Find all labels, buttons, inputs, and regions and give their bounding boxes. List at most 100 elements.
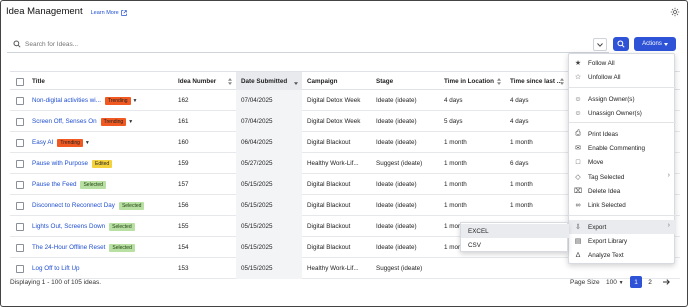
- stage-cell: Ideate (ideate): [376, 244, 417, 251]
- search-options-dropdown[interactable]: [593, 38, 607, 51]
- search-input[interactable]: [25, 40, 585, 48]
- menu-item-follow-all[interactable]: ★ Follow All: [569, 56, 676, 70]
- row-select-cell: [10, 237, 27, 258]
- menu-item-label: Export Library: [588, 237, 628, 245]
- page-2-button[interactable]: 2: [644, 276, 656, 288]
- page-1-button[interactable]: 1: [630, 276, 642, 288]
- menu-item-link-selected[interactable]: ∞ Link Selected: [569, 198, 676, 212]
- row-checkbox[interactable]: [16, 180, 24, 189]
- row-checkbox[interactable]: [16, 96, 24, 105]
- idea-number-cell: 156: [178, 202, 189, 209]
- menu-item-label: Analyze Text: [588, 251, 624, 259]
- idea-title-link[interactable]: Screen Off, Senses On: [32, 118, 97, 125]
- time-since-last-cell: 1 month: [510, 202, 533, 209]
- menu-item-assign-owner-s[interactable]: ☺ Assign Owner(s): [569, 92, 676, 106]
- status-badge: Selected: [80, 180, 106, 189]
- analyze-icon: ∆: [575, 251, 581, 259]
- menu-item-unassign-owner-s[interactable]: ☺ Unassign Owner(s): [569, 106, 676, 120]
- row-checkbox[interactable]: [16, 264, 24, 273]
- caret-down-icon[interactable]: ▼: [133, 98, 138, 104]
- menu-item-enable-commenting[interactable]: ✉ Enable Commenting: [569, 141, 676, 155]
- col-idea-number[interactable]: Idea Number: [173, 72, 236, 91]
- menu-separator: [569, 215, 676, 216]
- row-select-cell: [10, 195, 27, 216]
- stage-cell: Ideate (ideate): [376, 202, 417, 209]
- col-time-in-location[interactable]: Time in Location: [439, 72, 505, 91]
- idea-number-cell: 162: [178, 97, 189, 104]
- col-campaign-label: Campaign: [307, 78, 338, 85]
- campaign-cell: Digital Detox Week: [307, 97, 361, 104]
- caret-down-icon[interactable]: ▼: [128, 119, 133, 125]
- next-page-button[interactable]: [660, 276, 672, 288]
- idea-title-link[interactable]: Lights Out, Screens Down: [32, 223, 105, 230]
- row-checkbox[interactable]: [16, 243, 24, 252]
- idea-title-link[interactable]: The 24-Hour Offline Reset: [32, 244, 105, 251]
- time-in-location-cell: 5 days: [444, 118, 463, 125]
- select-all-checkbox[interactable]: [16, 77, 24, 86]
- row-checkbox[interactable]: [16, 159, 24, 168]
- export-option-csv[interactable]: CSV: [461, 238, 569, 252]
- menu-item-unfollow-all[interactable]: ☆ Unfollow All: [569, 70, 676, 84]
- col-time-since-last[interactable]: Time since last ...: [505, 72, 568, 91]
- sort-icon: [560, 78, 564, 85]
- search-button[interactable]: [613, 37, 629, 51]
- idea-title-link[interactable]: Log Off to Lift Up: [32, 265, 80, 272]
- page-size-select[interactable]: 100 ▼: [606, 279, 624, 286]
- chevron-down-icon: [597, 42, 603, 47]
- row-select-cell: [10, 111, 27, 132]
- menu-item-label: Link Selected: [588, 201, 626, 209]
- stage-cell: Suggest (ideate): [376, 160, 423, 167]
- caret-down-icon[interactable]: ▼: [85, 140, 90, 146]
- campaign-cell: Healthy Work-Lif...: [307, 160, 359, 167]
- time-in-location-cell: 1 month: [444, 181, 467, 188]
- idea-title-link[interactable]: Pause the Feed: [32, 181, 76, 188]
- stage-cell: Ideate (ideate): [376, 223, 417, 230]
- menu-item-move[interactable]: □ Move: [569, 155, 676, 169]
- status-badge: Trending: [57, 138, 83, 147]
- row-checkbox[interactable]: [16, 201, 24, 210]
- menu-item-tag-selected[interactable]: ◇ Tag Selected ›: [569, 170, 676, 184]
- tag-icon: ◇: [575, 174, 581, 181]
- export-submenu: EXCEL CSV: [460, 222, 569, 252]
- caret-down-icon: [663, 42, 668, 46]
- status-badge: Selected: [109, 222, 135, 231]
- print-icon: ⎙: [575, 130, 581, 137]
- row-checkbox[interactable]: [16, 222, 24, 231]
- export-option-excel[interactable]: EXCEL: [461, 224, 569, 238]
- stage-cell: Ideate (ideate): [376, 118, 417, 125]
- menu-separator: [569, 87, 676, 88]
- idea-title-link[interactable]: Pause with Purpose: [32, 160, 88, 167]
- stage-cell: Ideate (ideate): [376, 97, 417, 104]
- idea-title-link[interactable]: Non-digital activities wi...: [32, 97, 101, 104]
- idea-number-cell: 159: [178, 160, 189, 167]
- col-title[interactable]: Title: [27, 72, 173, 91]
- menu-item-export[interactable]: ⇩ Export ›: [569, 220, 676, 234]
- actions-button[interactable]: Actions: [634, 37, 676, 51]
- learn-more-link[interactable]: Learn More: [91, 10, 127, 16]
- menu-separator: [569, 122, 676, 123]
- menu-item-print-ideas[interactable]: ⎙ Print Ideas: [569, 127, 676, 141]
- col-date-submitted[interactable]: Date Submitted: [236, 72, 302, 91]
- menu-item-label: Enable Commenting: [588, 144, 646, 152]
- star-icon: ★: [574, 60, 582, 67]
- row-checkbox[interactable]: [16, 138, 24, 147]
- menu-item-delete-idea[interactable]: ⌧ Delete Idea: [569, 184, 676, 198]
- row-checkbox[interactable]: [16, 117, 24, 126]
- col-stage[interactable]: Stage: [371, 72, 439, 91]
- col-campaign[interactable]: Campaign: [302, 72, 371, 91]
- page-size-label: Page Size: [570, 279, 600, 286]
- actions-menu: ★ Follow All ☆ Unfollow All ☺ Assign Owner(s)…: [568, 53, 676, 264]
- campaign-cell: Digital Blackout: [307, 139, 351, 146]
- star-outline-icon: ☆: [574, 74, 582, 81]
- chevron-right-icon: ›: [667, 172, 670, 179]
- menu-item-analyze-text[interactable]: ∆ Analyze Text: [569, 248, 676, 262]
- displaying-count: Displaying 1 - 100 of 105 ideas.: [10, 279, 102, 286]
- gear-icon[interactable]: [670, 7, 680, 17]
- date-submitted-cell: 05/15/2025: [236, 174, 302, 195]
- idea-title-link[interactable]: Disconnect to Reconnect Day: [32, 202, 115, 209]
- menu-item-export-library[interactable]: ▤ Export Library: [569, 234, 676, 248]
- date-submitted-cell: 07/04/2025: [236, 111, 302, 132]
- search-bar: [7, 36, 609, 53]
- caret-down-icon: ▼: [618, 280, 624, 286]
- idea-title-link[interactable]: Easy AI: [32, 139, 53, 146]
